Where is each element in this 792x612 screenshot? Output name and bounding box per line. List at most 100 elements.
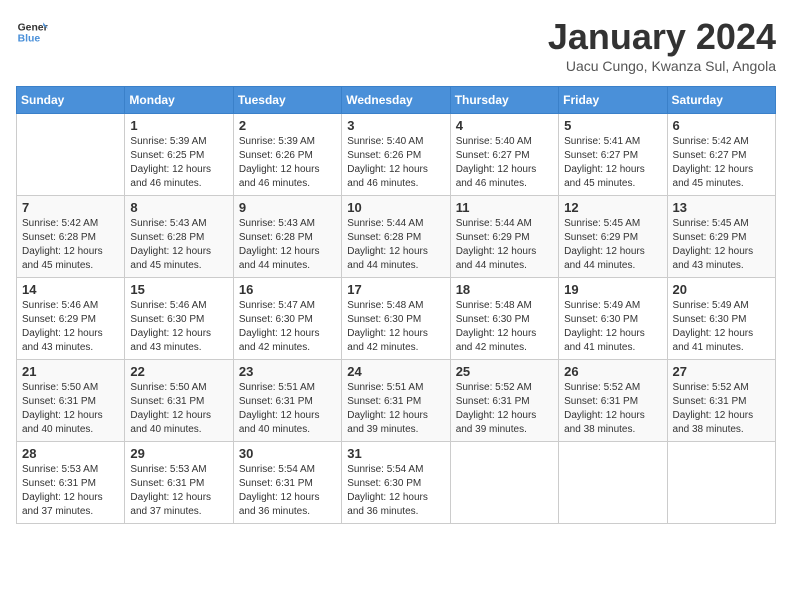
day-number: 28 bbox=[22, 446, 119, 461]
day-info: Sunrise: 5:40 AMSunset: 6:26 PMDaylight:… bbox=[347, 135, 444, 191]
calendar-cell: 31Sunrise: 5:54 AMSunset: 6:30 PMDayligh… bbox=[342, 442, 450, 524]
calendar-cell: 14 Sunrise: 5:46 AMSunset: 6:29 PMDayligh… bbox=[17, 278, 125, 360]
calendar-cell: 2 Sunrise: 5:39 AMSunset: 6:26 PMDaylight… bbox=[233, 114, 341, 196]
day-info: Sunrise: 5:50 AMSunset: 6:31 PMDaylight:… bbox=[22, 381, 119, 437]
calendar-table: SundayMondayTuesdayWednesdayThursdayFrid… bbox=[16, 86, 776, 524]
day-info: Sunrise: 5:44 AMSunset: 6:28 PMDaylight:… bbox=[347, 217, 444, 273]
calendar-cell: 24 Sunrise: 5:51 AMSunset: 6:31 PMDayligh… bbox=[342, 360, 450, 442]
day-of-week-header: Thursday bbox=[450, 87, 558, 114]
month-title: January 2024 bbox=[548, 16, 776, 58]
day-info: Sunrise: 5:44 AMSunset: 6:29 PMDaylight:… bbox=[456, 217, 553, 273]
day-info: Sunrise: 5:46 AMSunset: 6:30 PMDaylight:… bbox=[130, 299, 227, 355]
day-of-week-header: Tuesday bbox=[233, 87, 341, 114]
day-info: Sunrise: 5:43 AMSunset: 6:28 PMDaylight:… bbox=[239, 217, 336, 273]
day-of-week-header: Saturday bbox=[667, 87, 775, 114]
day-number: 12 bbox=[564, 200, 661, 215]
day-info: Sunrise: 5:40 AMSunset: 6:27 PMDaylight:… bbox=[456, 135, 553, 191]
day-number: 21 bbox=[22, 364, 119, 379]
day-info: Sunrise: 5:41 AMSunset: 6:27 PMDaylight:… bbox=[564, 135, 661, 191]
calendar-cell: 20 Sunrise: 5:49 AMSunset: 6:30 PMDayligh… bbox=[667, 278, 775, 360]
day-number: 24 bbox=[347, 364, 444, 379]
day-number: 31 bbox=[347, 446, 444, 461]
day-info: Sunrise: 5:45 AMSunset: 6:29 PMDaylight:… bbox=[564, 217, 661, 273]
page-header: General Blue January 2024 Uacu Cungo, Kw… bbox=[16, 16, 776, 74]
day-number: 14 bbox=[22, 282, 119, 297]
calendar-cell bbox=[667, 442, 775, 524]
calendar-header-row: SundayMondayTuesdayWednesdayThursdayFrid… bbox=[17, 87, 776, 114]
calendar-cell: 17 Sunrise: 5:48 AMSunset: 6:30 PMDayligh… bbox=[342, 278, 450, 360]
calendar-cell: 9 Sunrise: 5:43 AMSunset: 6:28 PMDaylight… bbox=[233, 196, 341, 278]
day-info: Sunrise: 5:50 AMSunset: 6:31 PMDaylight:… bbox=[130, 381, 227, 437]
calendar-week-row: 28Sunrise: 5:53 AMSunset: 6:31 PMDayligh… bbox=[17, 442, 776, 524]
calendar-cell bbox=[450, 442, 558, 524]
day-number: 19 bbox=[564, 282, 661, 297]
calendar-cell: 1 Sunrise: 5:39 AMSunset: 6:25 PMDaylight… bbox=[125, 114, 233, 196]
day-info: Sunrise: 5:48 AMSunset: 6:30 PMDaylight:… bbox=[347, 299, 444, 355]
day-number: 1 bbox=[130, 118, 227, 133]
day-info: Sunrise: 5:46 AMSunset: 6:29 PMDaylight:… bbox=[22, 299, 119, 355]
day-number: 5 bbox=[564, 118, 661, 133]
logo: General Blue bbox=[16, 16, 52, 48]
day-info: Sunrise: 5:42 AMSunset: 6:27 PMDaylight:… bbox=[673, 135, 770, 191]
day-number: 23 bbox=[239, 364, 336, 379]
calendar-cell: 16Sunrise: 5:47 AMSunset: 6:30 PMDayligh… bbox=[233, 278, 341, 360]
day-number: 11 bbox=[456, 200, 553, 215]
day-number: 4 bbox=[456, 118, 553, 133]
day-info: Sunrise: 5:39 AMSunset: 6:25 PMDaylight:… bbox=[130, 135, 227, 191]
day-number: 20 bbox=[673, 282, 770, 297]
day-of-week-header: Friday bbox=[559, 87, 667, 114]
calendar-cell: 26Sunrise: 5:52 AMSunset: 6:31 PMDayligh… bbox=[559, 360, 667, 442]
calendar-cell: 29Sunrise: 5:53 AMSunset: 6:31 PMDayligh… bbox=[125, 442, 233, 524]
day-number: 3 bbox=[347, 118, 444, 133]
location-subtitle: Uacu Cungo, Kwanza Sul, Angola bbox=[548, 58, 776, 74]
calendar-week-row: 21 Sunrise: 5:50 AMSunset: 6:31 PMDayligh… bbox=[17, 360, 776, 442]
day-number: 15 bbox=[130, 282, 227, 297]
calendar-cell: 19Sunrise: 5:49 AMSunset: 6:30 PMDayligh… bbox=[559, 278, 667, 360]
calendar-week-row: 7 Sunrise: 5:42 AMSunset: 6:28 PMDaylight… bbox=[17, 196, 776, 278]
day-number: 17 bbox=[347, 282, 444, 297]
day-of-week-header: Wednesday bbox=[342, 87, 450, 114]
svg-text:Blue: Blue bbox=[18, 34, 41, 45]
day-number: 29 bbox=[130, 446, 227, 461]
logo-icon: General Blue bbox=[16, 16, 48, 48]
day-info: Sunrise: 5:45 AMSunset: 6:29 PMDaylight:… bbox=[673, 217, 770, 273]
day-number: 30 bbox=[239, 446, 336, 461]
calendar-cell: 28Sunrise: 5:53 AMSunset: 6:31 PMDayligh… bbox=[17, 442, 125, 524]
day-info: Sunrise: 5:51 AMSunset: 6:31 PMDaylight:… bbox=[347, 381, 444, 437]
calendar-cell: 25 Sunrise: 5:52 AMSunset: 6:31 PMDayligh… bbox=[450, 360, 558, 442]
day-number: 27 bbox=[673, 364, 770, 379]
day-info: Sunrise: 5:52 AMSunset: 6:31 PMDaylight:… bbox=[564, 381, 661, 437]
day-info: Sunrise: 5:49 AMSunset: 6:30 PMDaylight:… bbox=[673, 299, 770, 355]
calendar-cell: 7 Sunrise: 5:42 AMSunset: 6:28 PMDaylight… bbox=[17, 196, 125, 278]
calendar-cell: 27Sunrise: 5:52 AMSunset: 6:31 PMDayligh… bbox=[667, 360, 775, 442]
calendar-cell: 21 Sunrise: 5:50 AMSunset: 6:31 PMDayligh… bbox=[17, 360, 125, 442]
day-number: 10 bbox=[347, 200, 444, 215]
day-number: 22 bbox=[130, 364, 227, 379]
day-number: 25 bbox=[456, 364, 553, 379]
calendar-cell: 11 Sunrise: 5:44 AMSunset: 6:29 PMDayligh… bbox=[450, 196, 558, 278]
calendar-cell: 5 Sunrise: 5:41 AMSunset: 6:27 PMDaylight… bbox=[559, 114, 667, 196]
calendar-cell: 15 Sunrise: 5:46 AMSunset: 6:30 PMDayligh… bbox=[125, 278, 233, 360]
calendar-cell: 22 Sunrise: 5:50 AMSunset: 6:31 PMDayligh… bbox=[125, 360, 233, 442]
day-info: Sunrise: 5:39 AMSunset: 6:26 PMDaylight:… bbox=[239, 135, 336, 191]
day-number: 7 bbox=[22, 200, 119, 215]
calendar-cell bbox=[559, 442, 667, 524]
day-of-week-header: Sunday bbox=[17, 87, 125, 114]
day-number: 6 bbox=[673, 118, 770, 133]
day-info: Sunrise: 5:54 AMSunset: 6:31 PMDaylight:… bbox=[239, 463, 336, 519]
title-block: January 2024 Uacu Cungo, Kwanza Sul, Ang… bbox=[548, 16, 776, 74]
day-number: 8 bbox=[130, 200, 227, 215]
calendar-cell: 18Sunrise: 5:48 AMSunset: 6:30 PMDayligh… bbox=[450, 278, 558, 360]
calendar-cell: 30 Sunrise: 5:54 AMSunset: 6:31 PMDayligh… bbox=[233, 442, 341, 524]
calendar-cell: 23 Sunrise: 5:51 AMSunset: 6:31 PMDayligh… bbox=[233, 360, 341, 442]
calendar-body: 1 Sunrise: 5:39 AMSunset: 6:25 PMDaylight… bbox=[17, 114, 776, 524]
day-info: Sunrise: 5:52 AMSunset: 6:31 PMDaylight:… bbox=[456, 381, 553, 437]
day-info: Sunrise: 5:43 AMSunset: 6:28 PMDaylight:… bbox=[130, 217, 227, 273]
day-info: Sunrise: 5:48 AMSunset: 6:30 PMDaylight:… bbox=[456, 299, 553, 355]
calendar-week-row: 1 Sunrise: 5:39 AMSunset: 6:25 PMDaylight… bbox=[17, 114, 776, 196]
day-number: 2 bbox=[239, 118, 336, 133]
day-number: 9 bbox=[239, 200, 336, 215]
calendar-cell: 3 Sunrise: 5:40 AMSunset: 6:26 PMDaylight… bbox=[342, 114, 450, 196]
day-info: Sunrise: 5:42 AMSunset: 6:28 PMDaylight:… bbox=[22, 217, 119, 273]
day-info: Sunrise: 5:51 AMSunset: 6:31 PMDaylight:… bbox=[239, 381, 336, 437]
